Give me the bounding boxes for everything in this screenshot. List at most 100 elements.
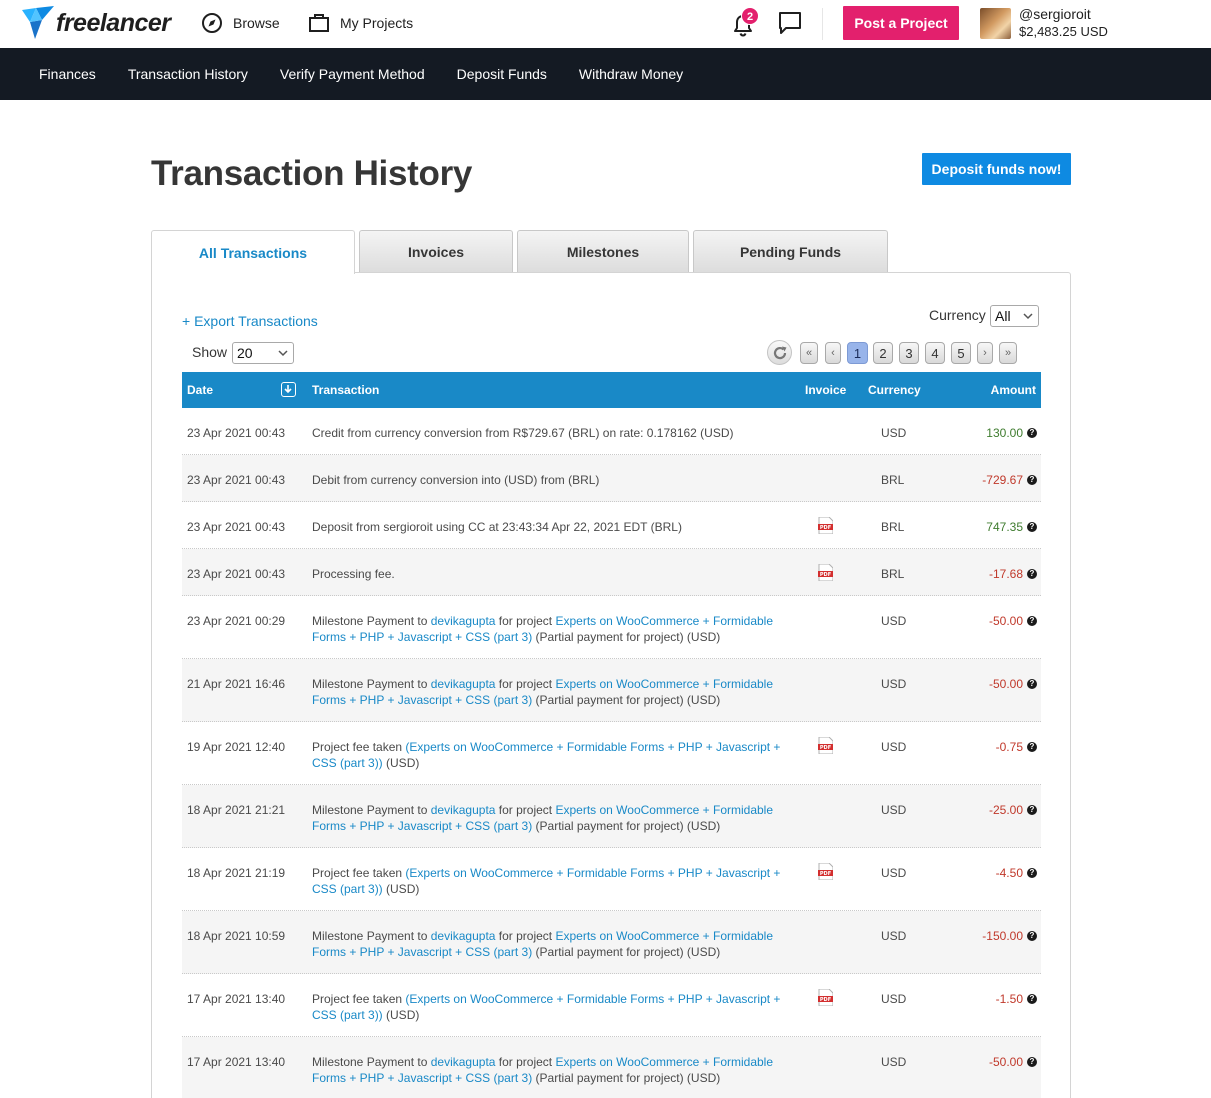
pager-next[interactable]: › [977,342,993,364]
pager-page-4[interactable]: 4 [925,342,945,364]
help-icon[interactable]: ? [1027,428,1037,438]
transaction-date: 18 Apr 2021 21:19 [187,866,286,880]
amount-value: -50.00 [988,677,1023,691]
transaction-text: (USD) [382,1008,420,1022]
transaction-date: 17 Apr 2021 13:40 [187,992,286,1006]
pager-page-3[interactable]: 3 [899,342,919,364]
pdf-icon[interactable]: PDF [818,517,833,534]
refresh-button[interactable] [767,340,792,365]
transaction-text: Milestone Payment to [312,677,431,691]
transaction-text: for project [495,677,556,691]
transaction-text: (Partial payment for project) (USD) [532,693,721,707]
invoice-cell: PDF [818,863,833,880]
tab-milestones[interactable]: Milestones [517,230,689,273]
help-icon[interactable]: ? [1027,994,1037,1004]
subnav-item-deposit-funds[interactable]: Deposit Funds [441,48,563,100]
transaction-text: (Partial payment for project) (USD) [532,819,721,833]
help-icon[interactable]: ? [1027,475,1037,485]
svg-text:PDF: PDF [820,525,831,531]
help-icon[interactable]: ? [1027,679,1037,689]
transaction-amount: -50.00? [989,676,1037,692]
freelancer-logo[interactable]: freelancer [22,6,171,40]
column-header-amount: Amount [990,383,1036,397]
notification-badge: 2 [741,7,759,25]
transaction-amount: -17.68? [989,566,1037,582]
pdf-icon[interactable]: PDF [818,564,833,581]
table-row: 18 Apr 2021 21:21 Milestone Payment to de… [182,785,1041,848]
help-icon[interactable]: ? [1027,522,1037,532]
help-icon[interactable]: ? [1027,931,1037,941]
transaction-description: Milestone Payment to devikagupta for pro… [312,802,787,834]
pdf-icon[interactable]: PDF [818,863,833,880]
subnav-item-finances[interactable]: Finances [23,48,112,100]
pager-page-2[interactable]: 2 [873,342,893,364]
avatar[interactable] [980,8,1011,39]
pager-first[interactable]: « [800,342,818,364]
transaction-description: Milestone Payment to devikagupta for pro… [312,1054,787,1086]
help-icon[interactable]: ? [1027,742,1037,752]
invoice-cell: PDF [818,564,833,581]
deposit-funds-button[interactable]: Deposit funds now! [922,153,1071,185]
help-icon[interactable]: ? [1027,868,1037,878]
column-header-currency: Currency [868,383,921,397]
tab-invoices[interactable]: Invoices [359,230,513,273]
subnav-item-withdraw-money[interactable]: Withdraw Money [563,48,699,100]
transaction-description: Milestone Payment to devikagupta for pro… [312,928,787,960]
browse-link[interactable]: Browse [201,10,280,36]
subnav-item-verify-payment-method[interactable]: Verify Payment Method [264,48,441,100]
transaction-date: 23 Apr 2021 00:43 [187,520,286,534]
page-size-value: 20 [237,345,253,361]
pager-last[interactable]: » [999,342,1017,364]
transaction-amount: -150.00? [982,928,1037,944]
transaction-currency: USD [881,992,907,1006]
help-icon[interactable]: ? [1027,616,1037,626]
pdf-icon[interactable]: PDF [818,737,833,754]
transaction-text: Project fee taken [312,740,406,754]
help-icon[interactable]: ? [1027,805,1037,815]
transaction-link[interactable]: devikagupta [431,677,496,691]
transaction-date: 18 Apr 2021 10:59 [187,929,286,943]
transaction-link[interactable]: devikagupta [431,614,496,628]
pager-prev[interactable]: ‹ [825,342,841,364]
transaction-text: (Partial payment for project) (USD) [532,945,721,959]
transaction-description: Project fee taken (Experts on WooCommerc… [312,865,787,897]
transaction-currency: USD [881,740,907,754]
transaction-link[interactable]: devikagupta [431,1055,496,1069]
username[interactable]: @sergioroit [1019,6,1091,22]
transaction-amount: -50.00? [989,1054,1037,1070]
transaction-amount: -4.50? [996,865,1037,881]
column-header-invoice: Invoice [805,383,847,397]
transaction-description: Credit from currency conversion from R$7… [312,425,787,441]
transactions-table: Date Transaction Invoice Currency Amount… [182,372,1041,1098]
pager-page-5[interactable]: 5 [951,342,971,364]
currency-select-value: All [995,308,1011,324]
svg-text:PDF: PDF [820,745,831,751]
subnav-item-transaction-history[interactable]: Transaction History [112,48,264,100]
transaction-text: Milestone Payment to [312,803,431,817]
top-header: freelancer Browse My Projects 2 Post a P… [0,0,1211,48]
currency-select[interactable]: All [990,305,1039,327]
pdf-icon[interactable]: PDF [818,989,833,1006]
invoice-cell: PDF [818,737,833,754]
amount-value: 130.00 [986,426,1023,440]
transaction-date: 23 Apr 2021 00:43 [187,473,286,487]
amount-value: -729.67 [982,473,1023,487]
tab-all-transactions[interactable]: All Transactions [151,230,355,274]
page-size-select[interactable]: 20 [232,342,294,364]
post-project-button[interactable]: Post a Project [843,6,959,40]
tab-pending-funds[interactable]: Pending Funds [693,230,888,273]
transaction-link[interactable]: devikagupta [431,929,496,943]
my-projects-link[interactable]: My Projects [308,10,413,36]
export-transactions-link[interactable]: + Export Transactions [182,313,318,329]
column-header-date[interactable]: Date [187,383,213,397]
table-row: 19 Apr 2021 12:40 Project fee taken (Expe… [182,722,1041,785]
chat-icon[interactable] [778,11,802,35]
pager-page-1[interactable]: 1 [847,342,868,364]
browse-label: Browse [233,15,280,31]
sort-descending-icon[interactable] [281,382,296,397]
transaction-link[interactable]: devikagupta [431,803,496,817]
help-icon[interactable]: ? [1027,1057,1037,1067]
help-icon[interactable]: ? [1027,569,1037,579]
refresh-icon [773,346,786,359]
transaction-date: 23 Apr 2021 00:29 [187,614,286,628]
